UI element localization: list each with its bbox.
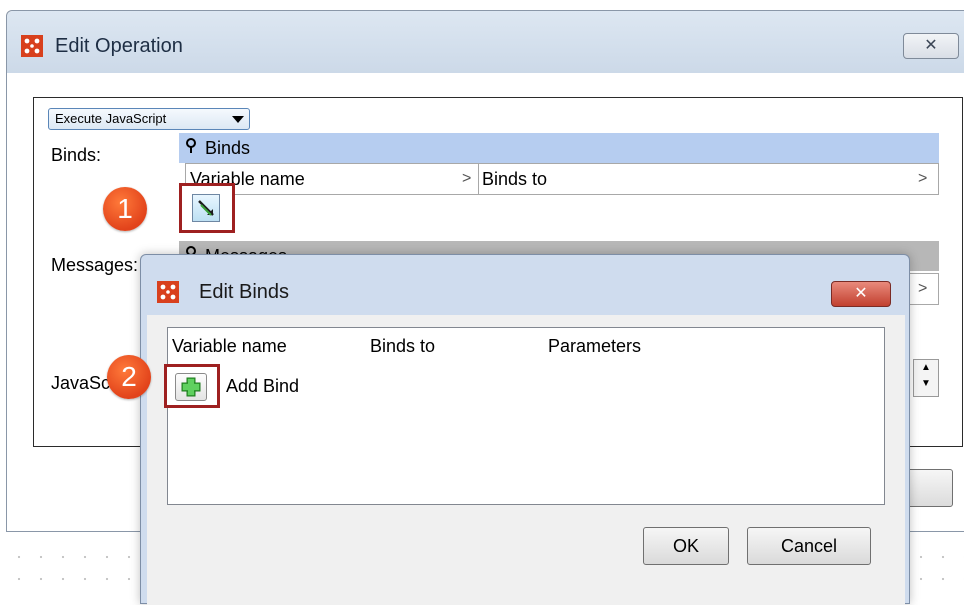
chevron-right-icon: > bbox=[918, 170, 928, 187]
app-grid-icon bbox=[157, 281, 179, 303]
operation-type-select[interactable]: Execute JavaScript bbox=[48, 108, 250, 130]
app-grid-icon bbox=[21, 35, 43, 57]
chevron-right-icon: > bbox=[918, 280, 928, 297]
outer-dialog-button[interactable] bbox=[907, 469, 953, 507]
close-button[interactable]: ✕ bbox=[903, 33, 959, 59]
binds-label: Binds: bbox=[51, 145, 102, 165]
close-icon: ✕ bbox=[854, 285, 868, 302]
dialog-close-button[interactable]: ✕ bbox=[831, 281, 891, 307]
binds-table-header: Binds bbox=[179, 133, 939, 163]
javascript-scroll-spinner[interactable]: ▲ ▼ bbox=[913, 359, 939, 397]
edit-binds-dialog: Edit Binds ✕ Variable name Binds to Para… bbox=[107, 254, 910, 605]
green-plus-icon bbox=[175, 373, 207, 401]
dropdown-arrow-icon bbox=[232, 116, 244, 123]
cancel-button[interactable]: Cancel bbox=[747, 527, 871, 565]
window-title: Edit Operation bbox=[55, 35, 183, 57]
binds-list[interactable]: Variable name Binds to Parameters Add Bi… bbox=[164, 327, 885, 505]
edit-binds-client: Variable name Binds to Parameters Add Bi… bbox=[107, 315, 905, 605]
close-icon: ✕ bbox=[924, 37, 938, 54]
add-bind-button[interactable] bbox=[164, 364, 220, 408]
pin-icon[interactable] bbox=[185, 135, 197, 165]
messages-label: Messages: bbox=[51, 255, 139, 275]
chevron-right-icon: > bbox=[462, 170, 472, 187]
binds-col-binds-to[interactable]: Binds to bbox=[478, 164, 547, 194]
edit-pencil-icon bbox=[192, 194, 220, 222]
operation-type-value: Execute JavaScript bbox=[55, 111, 167, 126]
edit-operation-titlebar: Edit Operation ✕ bbox=[7, 11, 964, 73]
ok-button[interactable]: OK bbox=[643, 527, 729, 565]
callout-badge-1: 1 bbox=[103, 187, 147, 231]
column-binds-to: Binds to bbox=[370, 336, 436, 356]
column-parameters: Parameters bbox=[548, 336, 642, 356]
binds-table-columns: Variable name > Binds to > bbox=[185, 163, 939, 195]
dialog-title: Edit Binds bbox=[199, 281, 290, 303]
column-variable-name: Variable name bbox=[172, 336, 287, 356]
edit-binds-button[interactable] bbox=[179, 183, 235, 233]
add-bind-label[interactable]: Add Bind bbox=[226, 376, 299, 397]
callout-badge-2: 2 bbox=[107, 355, 151, 399]
binds-table-title: Binds bbox=[205, 138, 251, 158]
